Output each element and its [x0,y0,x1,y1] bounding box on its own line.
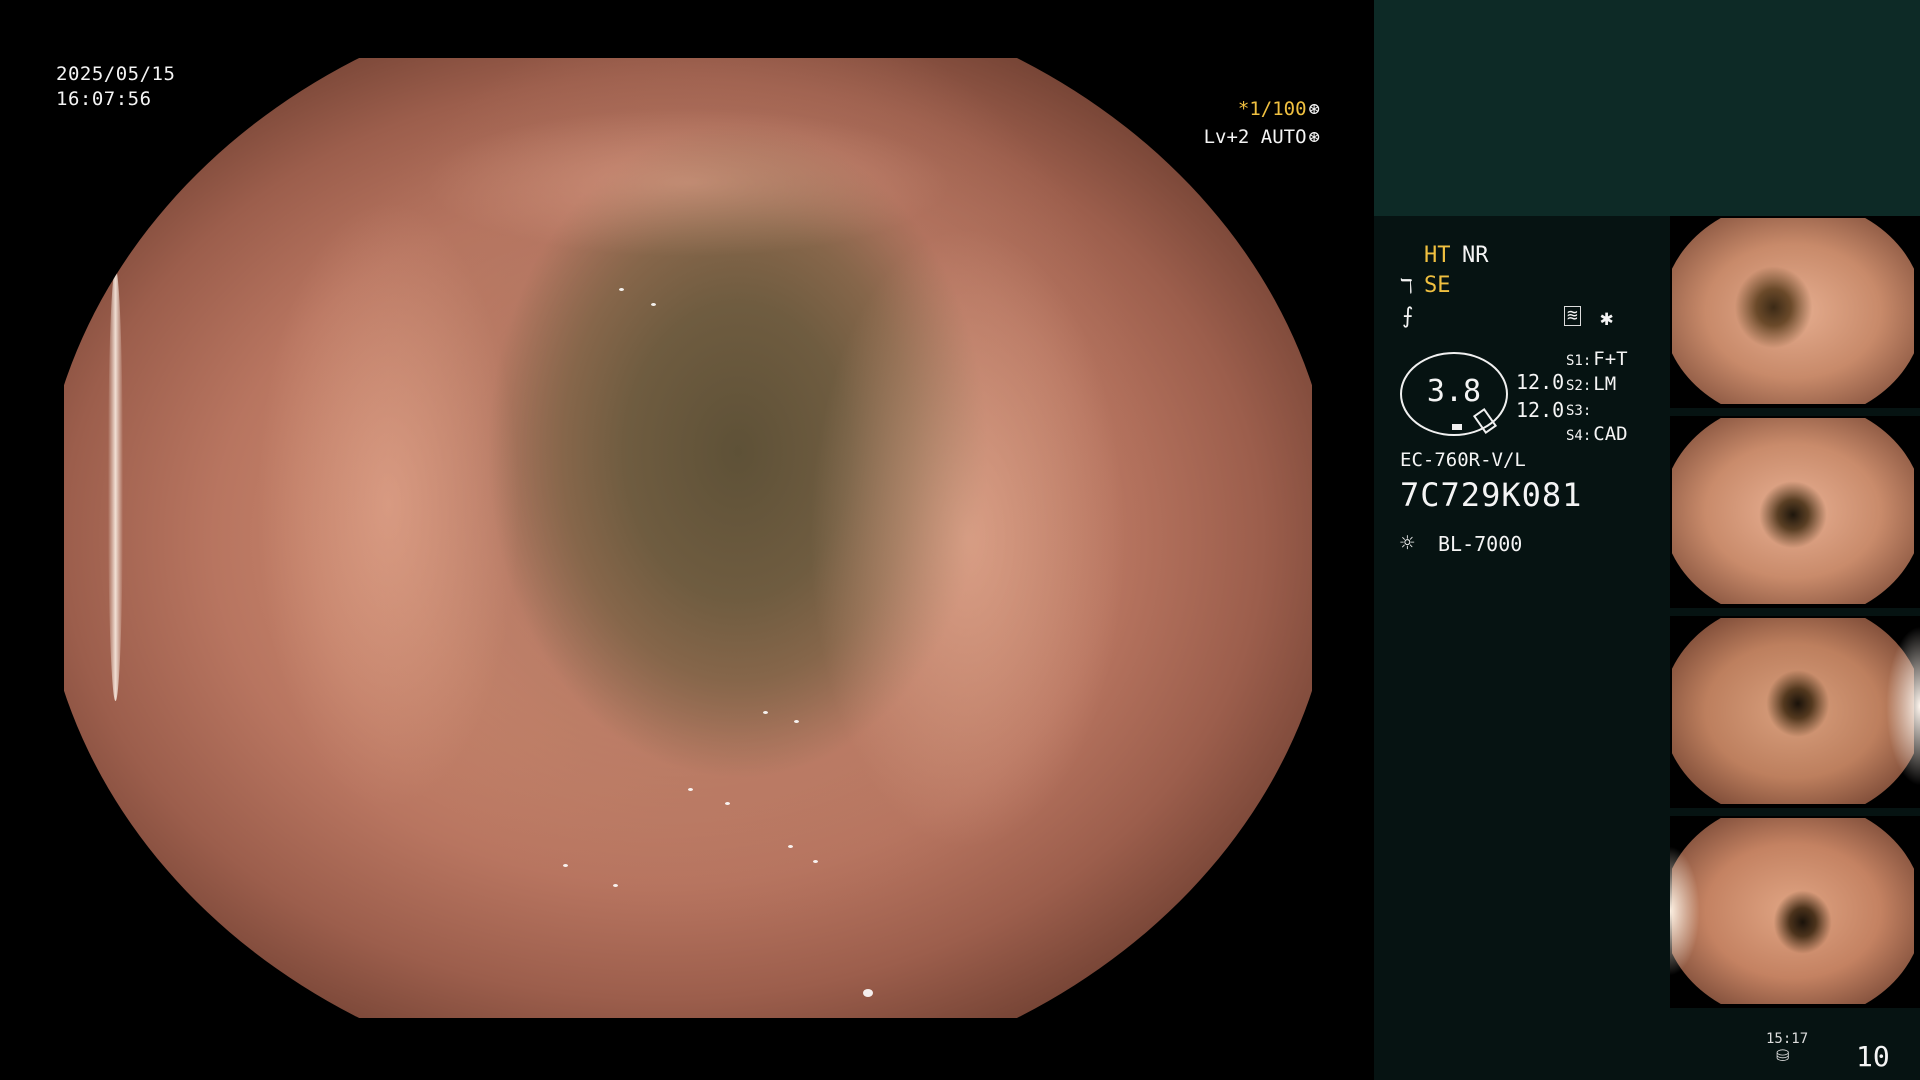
specular-highlight [762,710,768,714]
thumbnail-image [1672,218,1914,404]
switch-slot-3: S3: [1566,398,1593,420]
asterisk-icon: ✱ [1600,306,1614,331]
specular-highlight [688,787,693,791]
slot-key: S3: [1566,403,1592,419]
slot-value: LM [1593,373,1617,395]
switch-slot-4: S4: CAD [1566,423,1628,445]
waveform-icon: ≋ [1564,306,1581,326]
specular-highlight [619,288,625,292]
se-indicator: SE [1424,273,1451,298]
slot-value: F+T [1593,348,1628,370]
time-text: 16:07:56 [56,88,152,110]
switch-slot-1: S1: F+T [1566,348,1628,370]
ht-indicator: HT [1424,243,1451,268]
storage-icon: ⛁ [1776,1046,1790,1065]
shutter-readout: *1/100 ⊛ [1238,98,1320,120]
aperture-icon: ⊛ [1308,98,1320,120]
slot-key: S2: [1566,378,1592,394]
capture-thumbnail[interactable] [1670,216,1920,408]
light-source-model: BL-7000 [1438,532,1523,556]
thumbnail-glare [1886,626,1920,786]
scope-model: EC-760R-V/L [1400,449,1526,471]
slot-value: CAD [1593,423,1628,445]
endoscope-view [64,58,1312,1018]
slot-key: S1: [1566,353,1592,369]
specular-highlight [563,864,569,868]
thumbnail-image [1672,818,1914,1004]
capture-thumbnail[interactable] [1670,416,1920,608]
thumbnail-image [1672,618,1914,804]
level-text: Lv+2 AUTO [1203,126,1307,148]
specular-highlight [862,989,873,998]
shutter-text: *1/100 [1237,98,1307,120]
mucosa-fold-right [787,96,1238,980]
patient-info-panel [1374,0,1920,216]
light-glare [107,269,123,702]
light-source-icon: ☼ [1400,529,1415,557]
specular-highlight [650,302,656,306]
slot-key: S4: [1566,428,1592,444]
specular-highlight [812,859,818,863]
value-readout-1: 12.0 [1516,370,1565,394]
specular-highlight [725,802,731,805]
mucosa-fold-left [163,115,539,980]
auto-exposure-icon: ⊛ [1308,126,1320,148]
value-readout-2: 12.0 [1516,398,1565,422]
thumbnail-glare [1670,846,1700,976]
storage-time: 15:17 [1766,1031,1809,1047]
switch-slot-2: S2: LM [1566,373,1616,395]
specular-highlight [613,883,619,887]
capture-thumbnail[interactable] [1670,616,1920,808]
specular-highlight [787,845,793,849]
specular-highlight [794,720,800,724]
gauge-marker [1452,424,1462,430]
capture-thumbnail[interactable] [1670,816,1920,1008]
gauge-value: 3.8 [1426,374,1482,409]
datetime-overlay: 2025/05/15 16:07:56 [56,62,175,112]
exposure-level-readout: Lv+2 AUTO ⊛ [1204,126,1320,148]
capture-count: 10 [1856,1040,1890,1073]
thumbnail-image [1672,418,1914,604]
nr-indicator: NR [1462,243,1489,268]
date-text: 2025/05/15 [56,63,176,85]
scope-serial: 7C729K081 [1400,476,1583,514]
filter-icon: ⨍ [1402,304,1414,329]
structure-enhance-icon: ℸ [1400,274,1413,298]
zoom-gauge: 3.8 [1400,352,1508,436]
